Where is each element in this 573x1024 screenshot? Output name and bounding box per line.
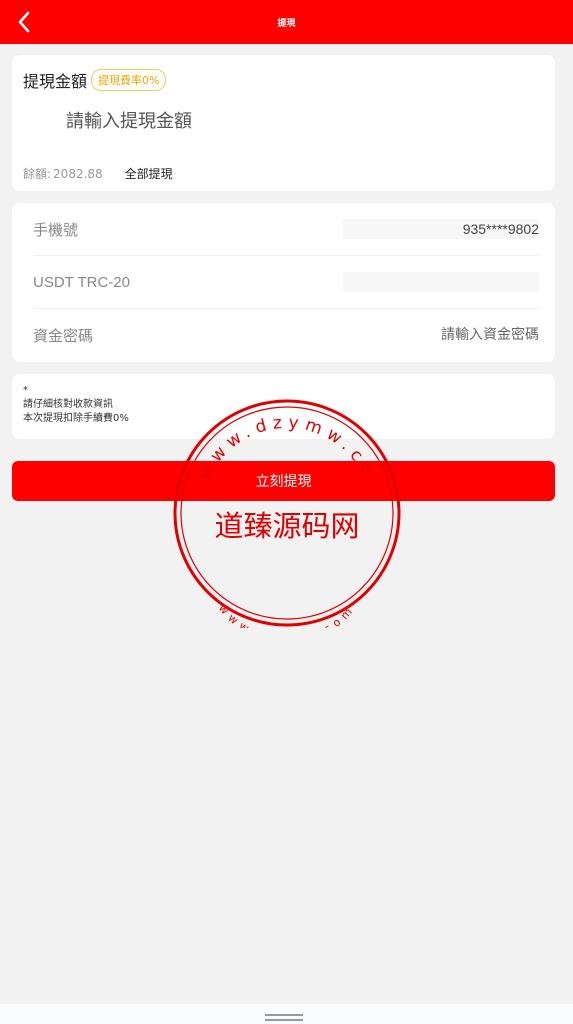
phone-label: 手機號 <box>33 220 79 239</box>
watermark-center-text: 道臻源码网 <box>214 509 359 543</box>
app-header: 提現 <box>0 0 573 44</box>
balance-row: 餘額: 2082.88 全部提現 <box>23 165 173 182</box>
withdraw-all-button[interactable]: 全部提現 <box>125 165 173 182</box>
phone-field[interactable] <box>343 219 539 239</box>
account-form-card: 手機號 USDT TRC-20 資金密碼 <box>12 203 555 362</box>
chevron-left-icon <box>18 11 30 33</box>
notice-star: * <box>23 385 28 396</box>
amount-input[interactable] <box>66 105 526 137</box>
amount-title-row: 提現金額 提現費率0% <box>23 68 167 92</box>
balance-value: 2082.88 <box>53 166 103 181</box>
home-indicator-icon[interactable] <box>265 1014 303 1021</box>
watermark-stamp: www.dzymw.cc www.dzymw.com 道臻源码网 <box>173 399 401 628</box>
fund-password-field[interactable] <box>343 325 539 345</box>
back-button[interactable] <box>8 6 40 38</box>
fee-rate-badge: 提現費率0% <box>91 69 167 91</box>
fund-password-label: 資金密碼 <box>33 327 94 345</box>
usdt-label: USDT TRC-20 <box>33 273 130 291</box>
usdt-address-field[interactable] <box>343 272 539 292</box>
amount-title: 提現金額 <box>23 72 88 91</box>
page-title: 提現 <box>277 18 296 29</box>
fund-password-row: 資金密碼 <box>33 309 539 362</box>
usdt-row: USDT TRC-20 <box>33 256 539 309</box>
balance-label: 餘額: <box>23 167 52 181</box>
amount-card: 提現金額 提現費率0% 餘額: 2082.88 全部提現 <box>12 55 555 191</box>
phone-row: 手機號 <box>33 203 539 256</box>
